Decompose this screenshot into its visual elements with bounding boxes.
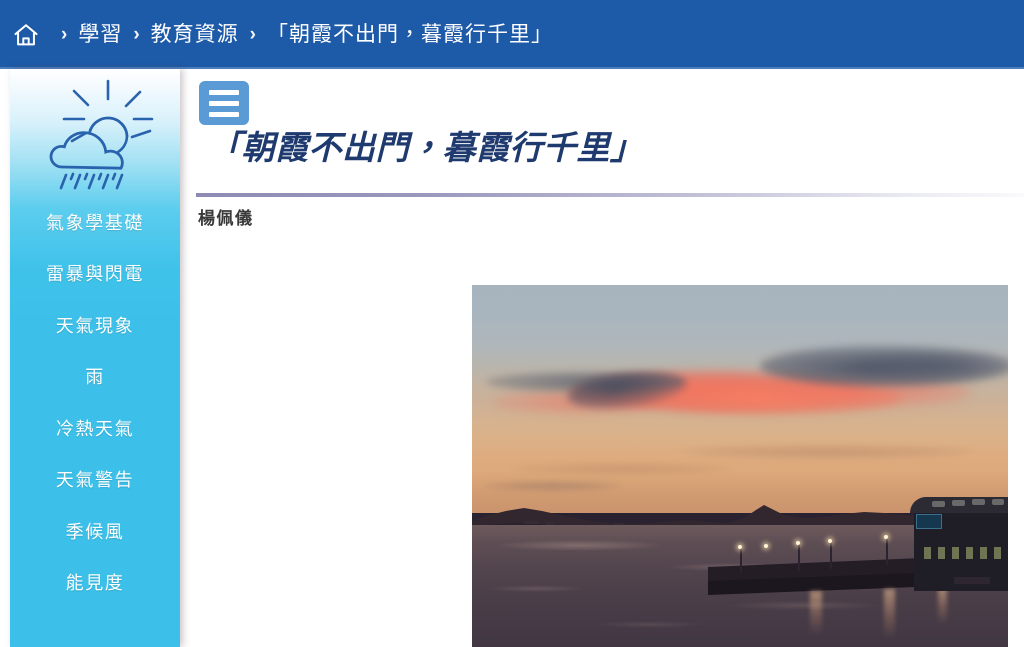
breadcrumb-item-education-resources[interactable]: 教育資源 (151, 24, 239, 45)
title-divider (196, 193, 1024, 197)
main-content: 「朝霞不出門，暮霞行千里」 楊佩儀 (190, 69, 1024, 647)
photo-cloud-dark-top (852, 351, 1008, 381)
photo-building-window (924, 547, 931, 559)
sidebar-item-weather-phenomena[interactable]: 天氣現象 (10, 300, 180, 352)
breadcrumb: › 學習 › 教育資源 › 「朝霞不出門，暮霞行千里」 (12, 21, 553, 49)
hamburger-bar-middle (209, 100, 239, 106)
hamburger-menu-icon (209, 89, 239, 95)
photo-building-window (980, 547, 987, 559)
breadcrumb-item-study[interactable]: 學習 (78, 24, 122, 45)
photo-building-window (952, 547, 959, 559)
photo-cloud-wisp-low (482, 481, 622, 491)
photo-boat (524, 521, 538, 524)
photo-moored-boat (954, 577, 990, 584)
sidebar-item-thunderstorm-lightning[interactable]: 雷暴與閃電 (10, 249, 180, 301)
photo-building-roof-window (972, 499, 985, 505)
photo-canvas (472, 285, 1008, 647)
sidebar-item-label: 天氣現象 (55, 315, 135, 336)
photo-pier-post (830, 541, 832, 569)
sidebar-container: 氣象學基礎 雷暴與閃電 天氣現象 雨 冷熱天氣 天氣警告 季候風 能見度 (0, 69, 190, 647)
sidebar-item-label: 冷熱天氣 (55, 418, 135, 439)
sidebar-item-label: 能見度 (65, 573, 125, 594)
photo-pier-lamp (884, 535, 888, 539)
photo-pier-lamp (764, 544, 768, 548)
photo-light-reflection (810, 591, 822, 635)
photo-building-window (966, 547, 973, 559)
breadcrumb-separator-2: › (133, 24, 140, 45)
sidebar-item-cold-hot-weather[interactable]: 冷熱天氣 (10, 403, 180, 455)
photo-pier-lamp (828, 539, 832, 543)
sidebar: 氣象學基礎 雷暴與閃電 天氣現象 雨 冷熱天氣 天氣警告 季候風 能見度 (10, 69, 180, 647)
photo-light-reflection (938, 587, 947, 625)
sidebar-item-label: 天氣警告 (55, 470, 135, 491)
breadcrumb-separator-1: › (61, 24, 68, 45)
photo-building-window (938, 547, 945, 559)
sidebar-logo[interactable] (10, 69, 180, 201)
sidebar-item-weather-warnings[interactable]: 天氣警告 (10, 455, 180, 507)
sidebar-item-visibility[interactable]: 能見度 (10, 558, 180, 610)
photo-building-roof-window (952, 500, 965, 506)
page-root: › 學習 › 教育資源 › 「朝霞不出門，暮霞行千里」 氣象學基礎 雷暴與閃電 … (0, 0, 1024, 647)
page-title: 「朝霞不出門，暮霞行千里」 (208, 129, 644, 166)
article-author: 楊佩儀 (198, 209, 254, 228)
breadcrumb-bar: › 學習 › 教育資源 › 「朝霞不出門，暮霞行千里」 (0, 0, 1024, 69)
photo-pier-lamp (796, 541, 800, 545)
photo-pier-post (886, 537, 888, 565)
breadcrumb-separator-3: › (249, 24, 256, 45)
photo-light-reflection (884, 589, 895, 639)
sidebar-nav-list: 氣象學基礎 雷暴與閃電 天氣現象 雨 冷熱天氣 天氣警告 季候風 能見度 (10, 197, 180, 609)
home-icon[interactable] (12, 21, 40, 49)
photo-building-sign (916, 514, 942, 529)
breadcrumb-item-current: 「朝霞不出門，暮霞行千里」 (266, 23, 553, 46)
hamburger-bar-bottom (209, 111, 239, 117)
sidebar-item-label: 雷暴與閃電 (46, 264, 144, 285)
sidebar-item-monsoon[interactable]: 季候風 (10, 506, 180, 558)
photo-building-roof-window (992, 499, 1004, 505)
sun-cloud-rain-logo-icon (49, 79, 153, 190)
hamburger-menu-button[interactable] (199, 81, 249, 125)
photo-cloud-wisp-mid (512, 463, 732, 475)
photo-pier-lamp (738, 545, 742, 549)
photo-building-roof-window (932, 501, 945, 507)
sidebar-item-meteorology-basics[interactable]: 氣象學基礎 (10, 197, 180, 249)
sidebar-item-label: 季候風 (65, 521, 125, 542)
photo-pier-post (798, 543, 800, 571)
sidebar-item-label: 氣象學基礎 (46, 212, 144, 233)
sidebar-item-label: 雨 (85, 367, 105, 388)
sunset-harbour-photo (472, 285, 1008, 647)
photo-building-window (994, 547, 1001, 559)
sidebar-item-rain[interactable]: 雨 (10, 352, 180, 404)
photo-cloud-wisp-upper (682, 445, 972, 459)
photo-pier-post (740, 547, 742, 573)
